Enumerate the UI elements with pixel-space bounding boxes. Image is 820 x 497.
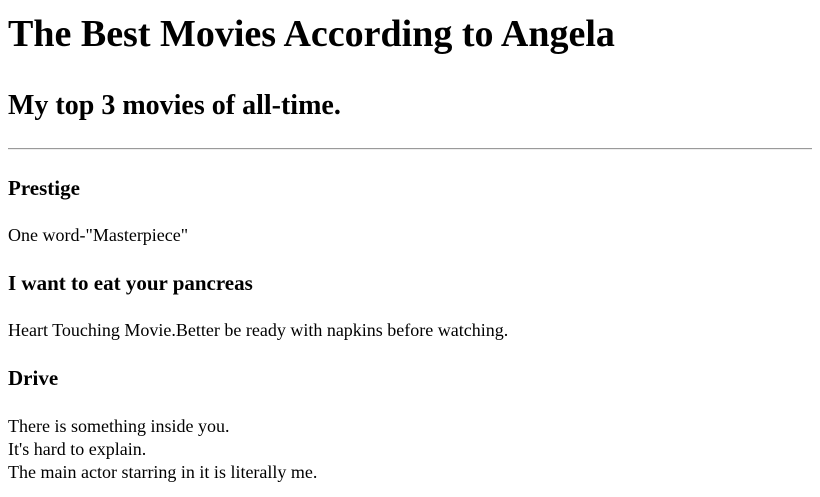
movie-description: There is something inside you. It's hard… xyxy=(8,415,812,484)
page-subtitle: My top 3 movies of all-time. xyxy=(8,90,341,121)
movie-description: Heart Touching Movie.Better be ready wit… xyxy=(8,319,812,342)
movie-item-drive: Drive There is something inside you. It'… xyxy=(8,366,812,484)
movie-description-line: The main actor starring in it is literal… xyxy=(8,462,318,482)
page: The Best Movies According to Angela My t… xyxy=(0,0,820,484)
movie-item-prestige: Prestige One word-"Masterpiece" xyxy=(8,176,812,247)
page-title: The Best Movies According to Angela xyxy=(8,13,615,55)
movie-description: One word-"Masterpiece" xyxy=(8,224,812,247)
movie-title: Drive xyxy=(8,366,59,390)
divider xyxy=(8,148,812,150)
movie-item-pancreas: I want to eat your pancreas Heart Touchi… xyxy=(8,271,812,342)
movie-title: Prestige xyxy=(8,176,80,200)
movie-description-line: There is something inside you. xyxy=(8,416,230,436)
movie-description-line: It's hard to explain. xyxy=(8,439,147,459)
movie-description-line: Heart Touching Movie.Better be ready wit… xyxy=(8,320,509,340)
movie-title: I want to eat your pancreas xyxy=(8,271,253,295)
movie-description-line: One word-"Masterpiece" xyxy=(8,225,189,245)
